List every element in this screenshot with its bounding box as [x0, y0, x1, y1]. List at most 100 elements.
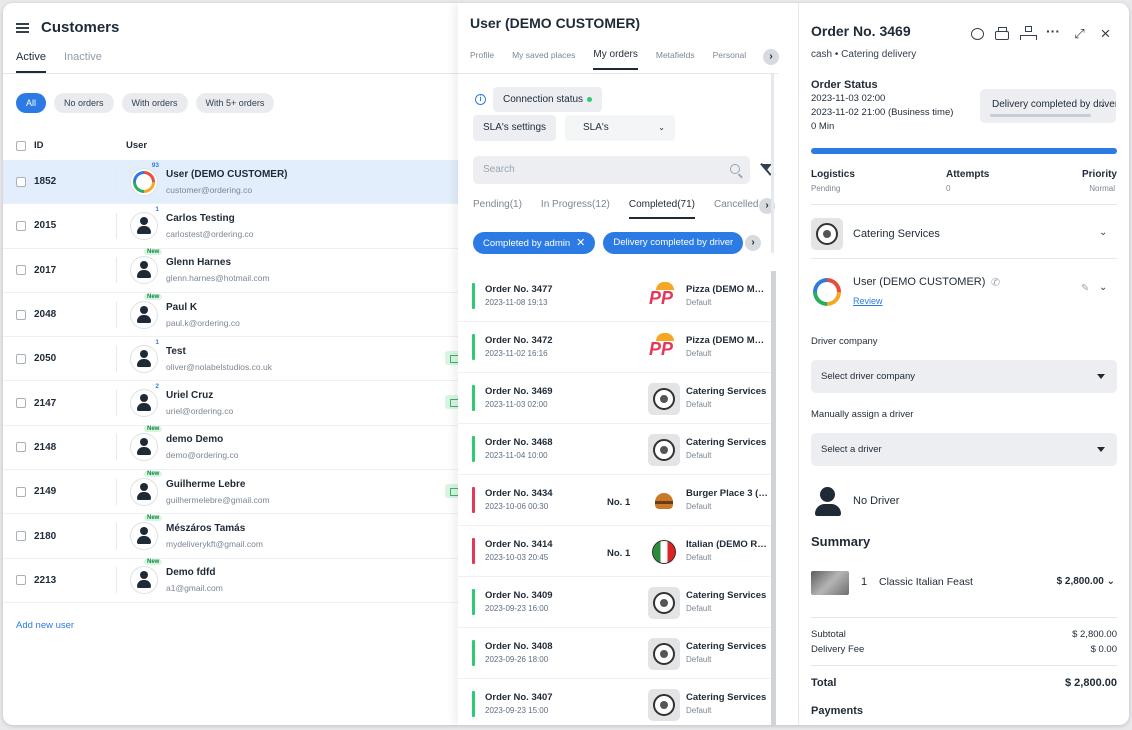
- order-list-item[interactable]: Order No. 3434 2023-10-06 00:30 No. 1 Bu…: [458, 475, 771, 526]
- filter-all[interactable]: All: [16, 93, 47, 113]
- filter-with-orders[interactable]: With orders: [121, 93, 188, 113]
- more-icon[interactable]: ···: [1046, 24, 1061, 41]
- subtotal-value: $ 2,800.00: [1072, 629, 1117, 640]
- row-checkbox[interactable]: [16, 398, 26, 409]
- tab-saved-places[interactable]: My saved places: [512, 50, 575, 70]
- row-checkbox[interactable]: [16, 265, 26, 276]
- table-row[interactable]: 2149 New Guilherme Lebre guilhermelebre@…: [3, 470, 463, 515]
- divider: [811, 665, 1117, 666]
- attempts-label: Attempts: [946, 169, 990, 180]
- order-list-item[interactable]: Order No. 3407 2023-09-23 15:00 Catering…: [458, 679, 771, 725]
- chevron-down-icon[interactable]: ⌄: [1099, 282, 1107, 293]
- order-date: 2023-09-23 16:00: [485, 604, 549, 613]
- row-checkbox[interactable]: [16, 575, 26, 586]
- business-logo: [648, 587, 680, 619]
- review-link[interactable]: Review: [853, 296, 883, 306]
- divider: [116, 567, 117, 594]
- driver-select[interactable]: Select a driver: [811, 433, 1117, 466]
- tab-my-orders[interactable]: My orders: [593, 50, 638, 70]
- row-checkbox[interactable]: [16, 486, 26, 497]
- order-date: 2023-10-06 00:30: [485, 502, 549, 511]
- tab-pending[interactable]: Pending(1): [473, 199, 522, 219]
- business-name: Catering Services: [686, 386, 767, 397]
- order-list-item[interactable]: Order No. 3477 2023-11-08 19:13 PP Pizza…: [458, 271, 771, 322]
- print-icon[interactable]: [995, 26, 1009, 40]
- table-row[interactable]: 2180 New Mészáros Tamás mydeliverykft@gm…: [3, 514, 463, 559]
- table-row[interactable]: 2015 1 Carlos Testing carlostest@orderin…: [3, 204, 463, 249]
- delivery-fee-row: Delivery Fee $ 0.00: [811, 644, 1117, 655]
- customer-info: Mészáros Tamás mydeliverykft@gmail.com: [166, 523, 263, 549]
- tab-inactive[interactable]: Inactive: [64, 51, 102, 73]
- chips-scroll-right-icon[interactable]: ›: [745, 235, 761, 251]
- row-checkbox[interactable]: [16, 220, 26, 231]
- tab-in-progress[interactable]: In Progress(12): [541, 199, 610, 219]
- filter-with-5-orders[interactable]: With 5+ orders: [195, 93, 275, 113]
- order-list-item[interactable]: Order No. 3472 2023-11-02 16:16 PP Pizza…: [458, 322, 771, 373]
- sla-settings-button[interactable]: SLA's settings: [473, 115, 557, 141]
- order-status-select[interactable]: Delivery completed by driver ⌄: [980, 89, 1116, 123]
- table-row[interactable]: 2050 1 Test oliver@nolabelstudios.co.uk: [3, 337, 463, 382]
- customer-id: 2149: [34, 486, 57, 498]
- row-checkbox[interactable]: [16, 442, 26, 453]
- customer-name: demo Demo: [166, 434, 224, 446]
- sitemap-icon[interactable]: [1020, 26, 1037, 41]
- tab-profile[interactable]: Profile: [470, 50, 494, 70]
- order-list-item[interactable]: Order No. 3409 2023-09-23 16:00 Catering…: [458, 577, 771, 628]
- divider: [116, 478, 117, 505]
- row-checkbox[interactable]: [16, 176, 26, 187]
- burger-logo-icon: [655, 493, 673, 509]
- order-list-item[interactable]: Order No. 3468 2023-11-04 10:00 Catering…: [458, 424, 771, 475]
- avatar-ring-icon: [133, 170, 155, 193]
- order-list-item[interactable]: Order No. 3414 2023-10-03 20:45 No. 1 It…: [458, 526, 771, 577]
- tab-personal[interactable]: Personal: [713, 50, 747, 70]
- row-checkbox[interactable]: [16, 531, 26, 542]
- close-icon[interactable]: ×: [1098, 25, 1113, 42]
- edit-icon[interactable]: ✎: [1081, 283, 1089, 294]
- order-list-item[interactable]: Order No. 3408 2023-09-26 18:00 Catering…: [458, 628, 771, 679]
- select-all-checkbox[interactable]: [16, 140, 26, 151]
- close-icon[interactable]: ✕: [576, 237, 585, 249]
- chevron-down-icon: ⌄: [1106, 576, 1115, 587]
- customer-email: carlostest@ordering.co: [166, 228, 254, 239]
- customer-id: 2148: [34, 441, 57, 453]
- order-list-scrollbar[interactable]: [771, 271, 776, 725]
- tab-cancelled[interactable]: Cancelled: [714, 199, 758, 219]
- delivery-fee-value: $ 0.00: [1090, 644, 1117, 655]
- chat-icon[interactable]: [971, 27, 984, 40]
- product-price[interactable]: $ 2,800.00 ⌄: [1057, 576, 1115, 587]
- driver-company-select[interactable]: Select driver company: [811, 360, 1117, 393]
- chevron-down-icon[interactable]: ⌄: [1099, 227, 1107, 238]
- chip-delivery-completed[interactable]: Delivery completed by driver: [603, 232, 744, 254]
- menu-icon[interactable]: [16, 22, 29, 33]
- attempts-value: 0: [946, 184, 951, 193]
- expand-icon[interactable]: ⤢: [1072, 26, 1087, 41]
- add-new-user-link[interactable]: Add new user: [16, 620, 74, 631]
- table-row[interactable]: 2148 New demo Demo demo@ordering.co: [3, 426, 463, 471]
- order-count-badge: 2: [155, 383, 159, 391]
- tab-metafields[interactable]: Metafields: [656, 50, 695, 70]
- tab-active[interactable]: Active: [16, 51, 46, 73]
- status-indicator: [472, 538, 475, 564]
- chip-completed-by-admin[interactable]: Completed by admin ✕: [473, 232, 596, 254]
- tab-completed[interactable]: Completed(71): [628, 199, 695, 219]
- table-row[interactable]: 2213 New Demo fdfd a1@gmail.com: [3, 559, 463, 603]
- customer-email: oliver@nolabelstudios.co.uk: [166, 361, 272, 372]
- row-checkbox[interactable]: [16, 353, 26, 364]
- info-icon[interactable]: i: [475, 94, 486, 105]
- delivery-type: Default: [686, 451, 712, 460]
- table-row[interactable]: 1852 93 User (DEMO CUSTOMER) customer@or…: [3, 160, 463, 205]
- table-row[interactable]: 2017 New Glenn Harnes glenn.harnes@hotma…: [3, 249, 463, 293]
- avatar: 1: [130, 206, 159, 240]
- connection-status-button[interactable]: Connection status: [493, 87, 603, 112]
- divider: [116, 345, 117, 372]
- table-row[interactable]: 2147 2 Uriel Cruz uriel@ordering.co: [3, 381, 463, 426]
- filter-no-orders[interactable]: No orders: [54, 93, 114, 113]
- phone-icon[interactable]: ✆: [991, 276, 1000, 289]
- sla-select[interactable]: SLA's ⌄: [565, 115, 675, 141]
- table-row[interactable]: 2048 New Paul K paul.k@ordering.co: [3, 293, 463, 338]
- order-list-item[interactable]: Order No. 3469 2023-11-03 02:00 Catering…: [458, 373, 771, 424]
- search-input[interactable]: Search: [473, 156, 750, 184]
- tabs-scroll-right-icon[interactable]: ›: [763, 49, 779, 65]
- row-checkbox[interactable]: [16, 309, 26, 320]
- chip-label: Delivery completed by driver: [613, 237, 734, 248]
